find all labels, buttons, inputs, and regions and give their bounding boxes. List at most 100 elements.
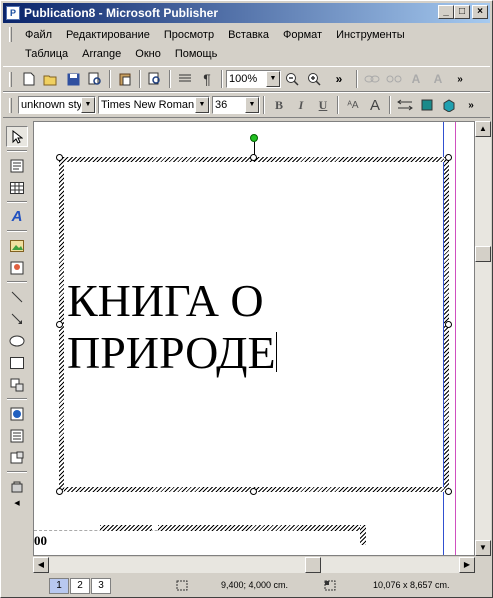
font-combo[interactable]: Times New Roman ▼	[98, 96, 210, 114]
maximize-button[interactable]: □	[454, 5, 470, 19]
unlink-icon	[383, 69, 405, 89]
italic-button[interactable]: I	[290, 95, 312, 115]
chevron-down-icon[interactable]: ▼	[81, 97, 95, 113]
arrow-icon[interactable]	[6, 308, 28, 329]
resize-handle-w[interactable]	[56, 321, 63, 328]
menu-tools[interactable]: Инструменты	[329, 29, 412, 41]
chevron-down-icon[interactable]: ▼	[195, 97, 209, 113]
horizontal-scroll-thumb[interactable]	[305, 557, 321, 573]
selected-text-frame[interactable]: КНИГА О ПРИРОДЕ	[56, 134, 452, 495]
clipart-icon[interactable]	[6, 257, 28, 278]
menu-file[interactable]: Файл	[18, 29, 59, 41]
frame-text[interactable]: КНИГА О ПРИРОДЕ	[67, 275, 277, 379]
pilcrow-icon[interactable]: ¶	[196, 69, 218, 89]
chevron-down-icon[interactable]: ▼	[245, 97, 259, 113]
publisher-app-icon[interactable]: P	[6, 6, 20, 20]
resize-handle-s[interactable]	[250, 488, 257, 495]
toolbar-separator	[389, 96, 391, 114]
design-gallery-icon[interactable]	[6, 476, 28, 497]
wordart-icon[interactable]: A	[6, 206, 28, 227]
link-icon	[361, 69, 383, 89]
menu-arrange[interactable]: Arrange	[75, 48, 128, 60]
form-control-icon[interactable]	[6, 425, 28, 446]
line-spacing-icon[interactable]	[394, 95, 416, 115]
new-icon[interactable]	[18, 69, 40, 89]
menu-insert[interactable]: Вставка	[221, 29, 276, 41]
line-icon[interactable]	[6, 286, 28, 307]
menu-row-2: Таблица Arrange Окно Помощь	[3, 44, 490, 63]
zoom-in-icon[interactable]	[303, 69, 325, 89]
toolbox-more-icon[interactable]: ◀	[6, 498, 28, 508]
autoshapes-icon[interactable]	[6, 374, 28, 395]
style-combo[interactable]: unknown sty ▼	[18, 96, 96, 114]
resize-handle-n[interactable]	[250, 154, 257, 161]
vertical-scrollbar[interactable]: ▲ ▼	[475, 121, 491, 556]
toolbar-separator	[109, 70, 111, 88]
toolbar-grip[interactable]	[9, 97, 12, 113]
menu-help[interactable]: Помощь	[168, 48, 225, 60]
resize-handle-nw[interactable]	[56, 154, 63, 161]
search-icon[interactable]	[144, 69, 166, 89]
oval-icon[interactable]	[6, 330, 28, 351]
toolbar-grip[interactable]	[9, 71, 12, 87]
toolbox-separator	[7, 150, 27, 152]
bold-button[interactable]: B	[268, 95, 290, 115]
html-code-icon[interactable]	[6, 447, 28, 468]
menu-grip[interactable]	[9, 27, 12, 42]
rotation-handle[interactable]	[250, 134, 258, 142]
table-icon[interactable]	[6, 177, 28, 198]
save-icon[interactable]	[62, 69, 84, 89]
menu-table[interactable]: Таблица	[18, 48, 75, 60]
title-bar[interactable]: P Publication8 - Microsoft Publisher _ □…	[3, 3, 490, 23]
picture-icon[interactable]	[6, 235, 28, 256]
hotspot-icon[interactable]	[6, 403, 28, 424]
menu-row-1: Файл Редактирование Просмотр Вставка Фор…	[3, 25, 490, 44]
toolbar-separator	[221, 70, 223, 88]
page-tab-1[interactable]: 1	[49, 578, 69, 594]
page-tab-3[interactable]: 3	[91, 578, 111, 594]
resize-handle-e[interactable]	[445, 321, 452, 328]
close-button[interactable]: ×	[472, 5, 488, 19]
fill-color-icon[interactable]	[416, 95, 438, 115]
page-tab-2[interactable]: 2	[70, 578, 90, 594]
zoom-combo[interactable]: 100% ▼	[226, 70, 281, 88]
resize-handle-se[interactable]	[445, 488, 452, 495]
menu-view[interactable]: Просмотр	[157, 29, 221, 41]
columns-icon[interactable]	[174, 69, 196, 89]
minimize-button[interactable]: _	[438, 5, 454, 19]
zoom-out-icon[interactable]	[281, 69, 303, 89]
menu-window[interactable]: Окно	[128, 48, 168, 60]
menu-format[interactable]: Формат	[276, 29, 329, 41]
next-page-label: 00	[34, 533, 47, 548]
publication-canvas[interactable]: КНИГА О ПРИРОДЕ 00	[33, 121, 475, 556]
underline-button[interactable]: U	[312, 95, 334, 115]
text-box-icon[interactable]	[6, 155, 28, 176]
toolbar-overflow-icon[interactable]: »	[325, 69, 353, 89]
toolbar-overflow-icon-2[interactable]: »	[449, 69, 471, 89]
horizontal-scrollbar[interactable]: ◀ ▶	[33, 557, 475, 573]
frame-text-line-1: КНИГА О	[67, 275, 264, 326]
resize-handle-sw[interactable]	[56, 488, 63, 495]
frame-text-line-2-wrap: ПРИРОДЕ	[67, 327, 277, 379]
vertical-scroll-thumb[interactable]	[475, 246, 491, 262]
scroll-up-button[interactable]: ▲	[475, 121, 491, 137]
format-toolbar: unknown sty ▼ Times New Roman ▼ 36 ▼ B I…	[3, 92, 490, 118]
scroll-left-button[interactable]: ◀	[33, 557, 49, 573]
scroll-right-button[interactable]: ▶	[459, 557, 475, 573]
text-grow-icon: A	[433, 72, 443, 86]
publisher-window: P Publication8 - Microsoft Publisher _ □…	[0, 0, 493, 598]
chevron-down-icon[interactable]: ▼	[266, 71, 280, 87]
print-preview-icon[interactable]	[84, 69, 106, 89]
decrease-font-icon[interactable]: ᴬA	[342, 95, 364, 115]
menu-edit[interactable]: Редактирование	[59, 29, 157, 41]
open-icon[interactable]	[40, 69, 62, 89]
rectangle-icon[interactable]	[6, 352, 28, 373]
font-size-combo[interactable]: 36 ▼	[212, 96, 260, 114]
scroll-down-button[interactable]: ▼	[475, 540, 491, 556]
3d-box-icon[interactable]	[438, 95, 460, 115]
increase-font-icon[interactable]: A	[364, 95, 386, 115]
toolbar-overflow-icon-3[interactable]: »	[460, 95, 482, 115]
pointer-icon[interactable]	[6, 126, 28, 147]
resize-handle-ne[interactable]	[445, 154, 452, 161]
paste-icon[interactable]	[114, 69, 136, 89]
